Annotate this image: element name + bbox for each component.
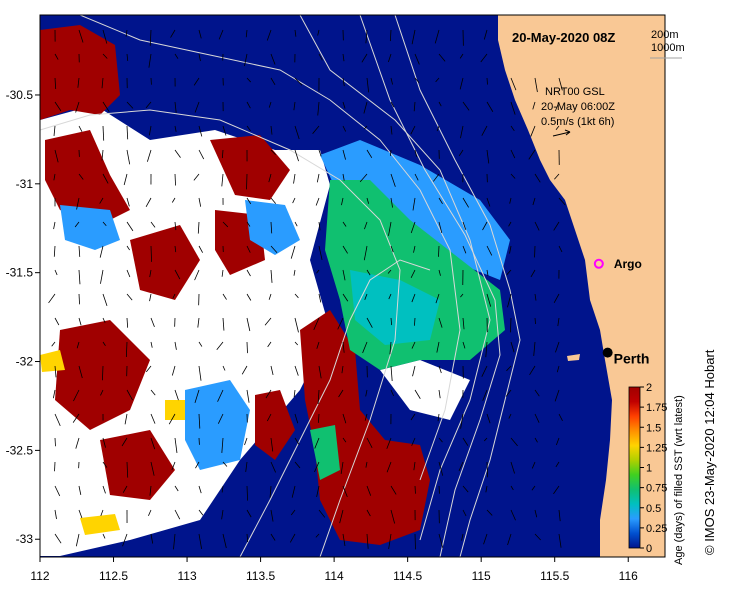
- longitude-tick-label: 112.5: [99, 569, 128, 583]
- credit-text: © IMOS 23-May-2020 12:04 Hobart: [702, 349, 717, 555]
- argo-label: Argo: [614, 257, 642, 271]
- longitude-tick-label: 113: [177, 569, 196, 583]
- perth-city-icon: [602, 347, 613, 358]
- colorbar-tick-label: 2: [646, 382, 652, 394]
- latitude-tick-label: -32.5: [6, 443, 34, 457]
- latitude-axis: -30.5 -31 -31.5 -32 -32.5 -33: [6, 88, 40, 546]
- longitude-tick-label: 116: [619, 569, 638, 583]
- colorbar-tick-label: 1.75: [646, 402, 667, 414]
- current-vector: [414, 317, 416, 326]
- current-time-label: 20-May 06:00Z: [541, 101, 615, 113]
- current-source-label: NRT00 GSL: [545, 86, 605, 98]
- longitude-tick-label: 112: [30, 569, 49, 583]
- map-figure: 112 112.5 113 113.5 114 114.5 115 115.5 116 -30.…: [6, 14, 685, 583]
- longitude-tick-label: 115.5: [540, 569, 569, 583]
- colorbar-tick-label: 1.25: [646, 442, 667, 454]
- latitude-tick-label: -33: [16, 532, 34, 546]
- colorbar-tick-label: 1.5: [646, 422, 661, 434]
- current-scale-label: 0.5m/s (1kt 6h): [541, 116, 614, 128]
- colorbar-tick-label: 0: [646, 543, 652, 555]
- depth-legend-1000m: 1000m: [651, 42, 685, 54]
- colorbar-tick-label: 0.25: [646, 523, 667, 535]
- current-vector: [438, 245, 440, 257]
- current-vector: [78, 293, 80, 305]
- longitude-tick-label: 113.5: [246, 569, 275, 583]
- colorbar-tick-label: 1: [646, 463, 652, 475]
- latitude-tick-label: -31: [16, 177, 34, 191]
- longitude-tick-label: 114.5: [393, 569, 422, 583]
- latitude-tick-label: -31.5: [6, 266, 34, 280]
- current-vector: [534, 317, 536, 325]
- colorbar-tick-label: 0.5: [646, 503, 661, 515]
- current-vector: [486, 77, 488, 85]
- depth-legend-200m: 200m: [651, 29, 679, 41]
- longitude-axis: 112 112.5 113 113.5 114 114.5 115 115.5 116: [30, 557, 638, 583]
- colorbar-tick-label: 0.75: [646, 483, 667, 495]
- latitude-tick-label: -32: [16, 355, 34, 369]
- map-title: 20-May-2020 08Z: [512, 30, 615, 45]
- latitude-tick-label: -30.5: [6, 88, 34, 102]
- current-vector: [174, 173, 176, 186]
- colorbar-label: Age (days) of filled SST (wrt latest): [673, 395, 685, 565]
- current-vector: [414, 533, 416, 550]
- longitude-tick-label: 114: [325, 569, 344, 583]
- perth-label: Perth: [614, 351, 650, 367]
- longitude-tick-label: 115: [472, 569, 491, 583]
- young-age-region: [165, 400, 185, 420]
- colorbar-gradient: [628, 386, 641, 549]
